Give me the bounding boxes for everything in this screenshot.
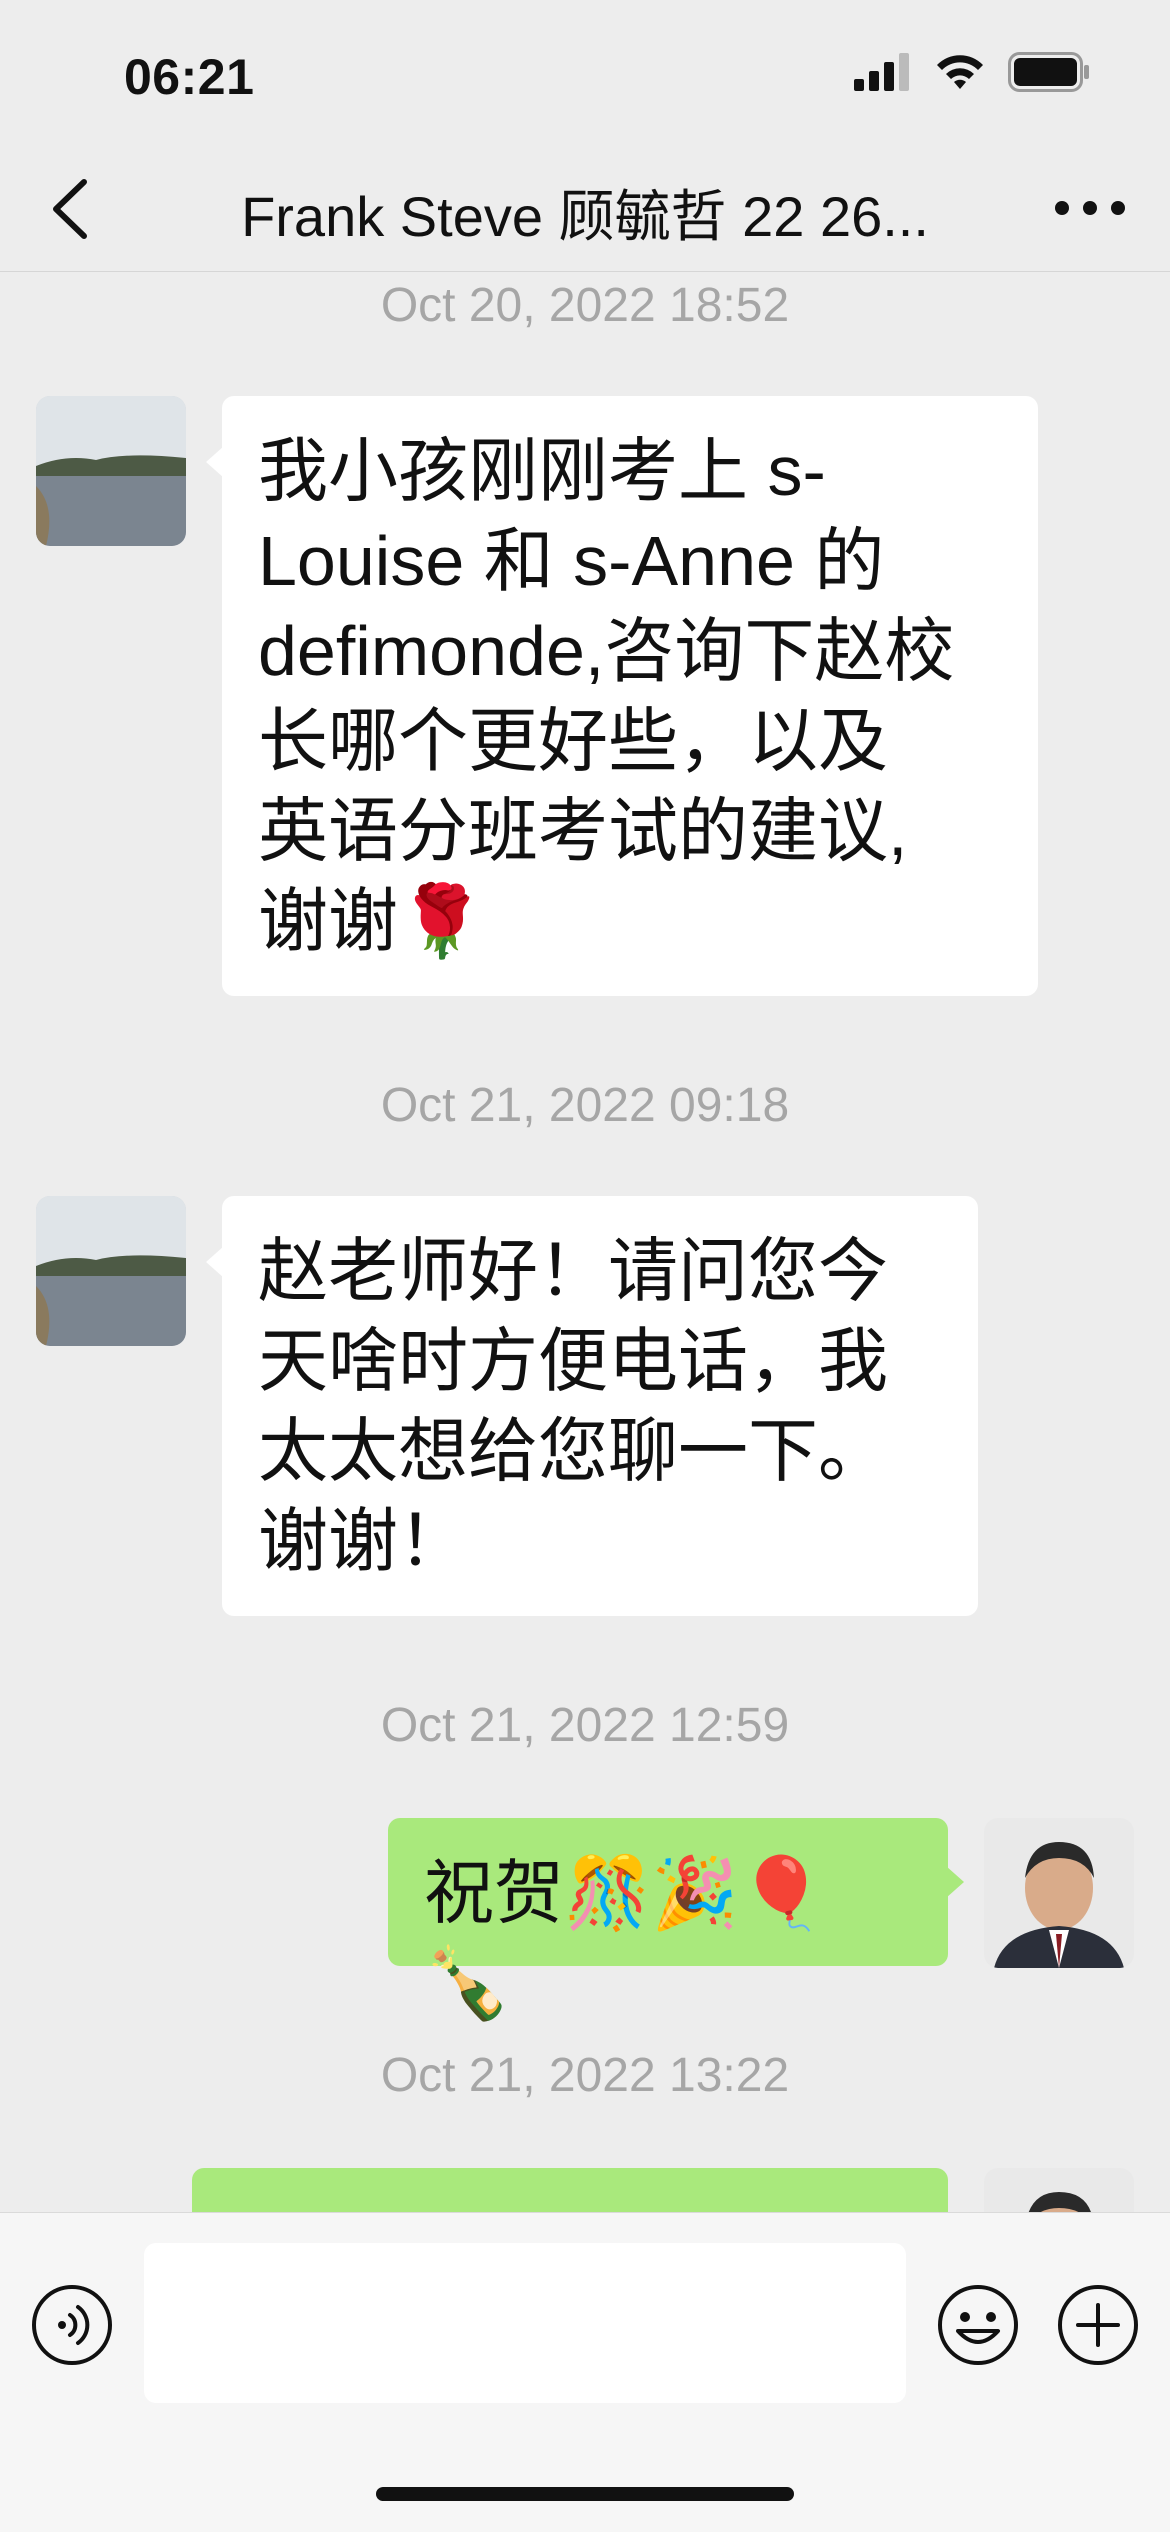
message-line: 长哪个更好些，以及 bbox=[258, 702, 888, 780]
message-line: Louise 和 s-Anne 的 bbox=[258, 522, 885, 600]
ellipsis-icon bbox=[1055, 201, 1125, 215]
battery-icon bbox=[1008, 52, 1089, 92]
back-button[interactable] bbox=[40, 174, 110, 244]
wifi-icon bbox=[937, 55, 983, 89]
contact-avatar[interactable] bbox=[36, 396, 186, 546]
message-timestamp: Oct 21, 2022 09:18 bbox=[380, 1079, 790, 1132]
voice-button[interactable] bbox=[30, 2283, 114, 2367]
message-line: 太太想给您聊一下。 bbox=[258, 1412, 888, 1490]
user-avatar[interactable] bbox=[984, 2168, 1134, 2212]
message-timestamp: Oct 20, 2022 18:52 bbox=[380, 279, 790, 332]
message-bubble-incoming[interactable]: 赵老师好！请问您今 天啥时方便电话，我 太太想给您聊一下。 谢谢！ bbox=[206, 1196, 978, 1616]
status-time: 06:21 bbox=[124, 49, 255, 105]
portrait-avatar-image bbox=[984, 1818, 1134, 1968]
message-line: 祝贺🎊🎉🎈🍾 bbox=[424, 1854, 826, 2022]
lake-avatar-image bbox=[36, 396, 186, 546]
status-bar: 06:21 bbox=[0, 0, 1170, 150]
message-timestamp: Oct 21, 2022 13:22 bbox=[380, 2049, 790, 2102]
portrait-avatar-image bbox=[984, 2168, 1134, 2212]
plus-icon bbox=[1058, 2285, 1138, 2365]
chat-title: Frank Steve 顾毓哲 22 26... bbox=[241, 185, 929, 248]
message-line: 谢谢！ bbox=[258, 1502, 468, 1580]
emoji-button[interactable] bbox=[936, 2283, 1020, 2367]
message-line: 谢谢🌹 bbox=[258, 882, 486, 960]
emoji-icon bbox=[938, 2285, 1018, 2365]
home-indicator[interactable] bbox=[376, 2487, 794, 2501]
message-bubble-outgoing[interactable] bbox=[192, 2168, 948, 2212]
status-icons bbox=[854, 52, 1090, 92]
plus-button[interactable] bbox=[1056, 2283, 1140, 2367]
message-bubble-incoming[interactable]: 我小孩刚刚考上 s- Louise 和 s-Anne 的 defimonde,咨… bbox=[206, 396, 1038, 996]
message-line: defimonde,咨询下赵校 bbox=[258, 612, 955, 690]
message-line: 我小孩刚刚考上 s- bbox=[258, 432, 826, 510]
signal-icon bbox=[854, 53, 909, 91]
message-bubble-outgoing[interactable]: 祝贺🎊🎉🎈🍾 bbox=[388, 1818, 964, 2022]
chevron-left-icon bbox=[53, 179, 87, 239]
lake-avatar-image bbox=[36, 1196, 186, 1346]
message-line: 赵老师好！请问您今 bbox=[258, 1232, 888, 1310]
message-input[interactable] bbox=[144, 2243, 906, 2403]
nav-bar: Frank Steve 顾毓哲 22 26... bbox=[0, 150, 1170, 272]
user-avatar[interactable] bbox=[984, 1818, 1134, 1968]
more-button[interactable] bbox=[1050, 178, 1130, 238]
voice-icon bbox=[32, 2285, 112, 2365]
message-timestamp: Oct 21, 2022 12:59 bbox=[380, 1699, 790, 1752]
message-line: 英语分班考试的建议, bbox=[258, 792, 908, 870]
message-line: 天啥时方便电话，我 bbox=[258, 1322, 888, 1400]
contact-avatar[interactable] bbox=[36, 1196, 186, 1346]
chat-area[interactable]: Oct 20, 2022 18:52 我小孩刚刚考上 s- Louise 和 s… bbox=[0, 272, 1170, 2212]
input-bar bbox=[0, 2212, 1170, 2532]
